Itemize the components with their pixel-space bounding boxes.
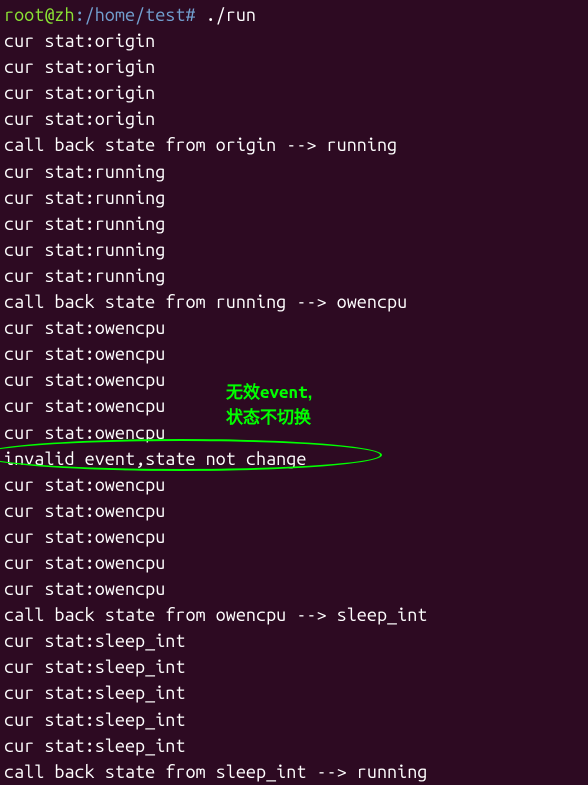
output-line: cur stat:owencpu	[4, 576, 584, 602]
prompt-user: root@zh	[4, 5, 75, 25]
output-line: call back state from running --> owencpu	[4, 289, 584, 315]
output-line: cur stat:sleep_int	[4, 733, 584, 759]
output-line: cur stat:sleep_int	[4, 628, 584, 654]
output-line: cur stat:sleep_int	[4, 707, 584, 733]
annotation-text: 无效event, 状态不切换	[226, 381, 312, 430]
prompt-line: root@zh:/home/test# ./run	[4, 2, 584, 28]
output-line: cur stat:origin	[4, 54, 584, 80]
annotation-line-2: 状态不切换	[226, 406, 312, 431]
output-line: call back state from owencpu --> sleep_i…	[4, 602, 584, 628]
output-line: cur stat:owencpu	[4, 315, 584, 341]
output-line: cur stat:owencpu	[4, 341, 584, 367]
prompt-path: :/home/test#	[75, 5, 196, 25]
output-line: cur stat:running	[4, 159, 584, 185]
output-line: cur stat:owencpu	[4, 498, 584, 524]
output-line: cur stat:sleep_int	[4, 654, 584, 680]
output-line: cur stat:owencpu	[4, 472, 584, 498]
output-line: call back state from origin --> running	[4, 132, 584, 158]
output-line: cur stat:owencpu	[4, 524, 584, 550]
output-line: cur stat:owencpu	[4, 550, 584, 576]
output-line: cur stat:origin	[4, 80, 584, 106]
output-line: cur stat:origin	[4, 28, 584, 54]
output-line: cur stat:running	[4, 185, 584, 211]
output-line: cur stat:origin	[4, 106, 584, 132]
output-line: cur stat:sleep_int	[4, 680, 584, 706]
output-line: cur stat:running	[4, 211, 584, 237]
output-line: cur stat:running	[4, 263, 584, 289]
output-line: invalid event,state not change	[4, 446, 584, 472]
output-line: cur stat:running	[4, 237, 584, 263]
annotation-line-1: 无效event,	[226, 381, 312, 406]
prompt-command: ./run	[196, 5, 256, 25]
